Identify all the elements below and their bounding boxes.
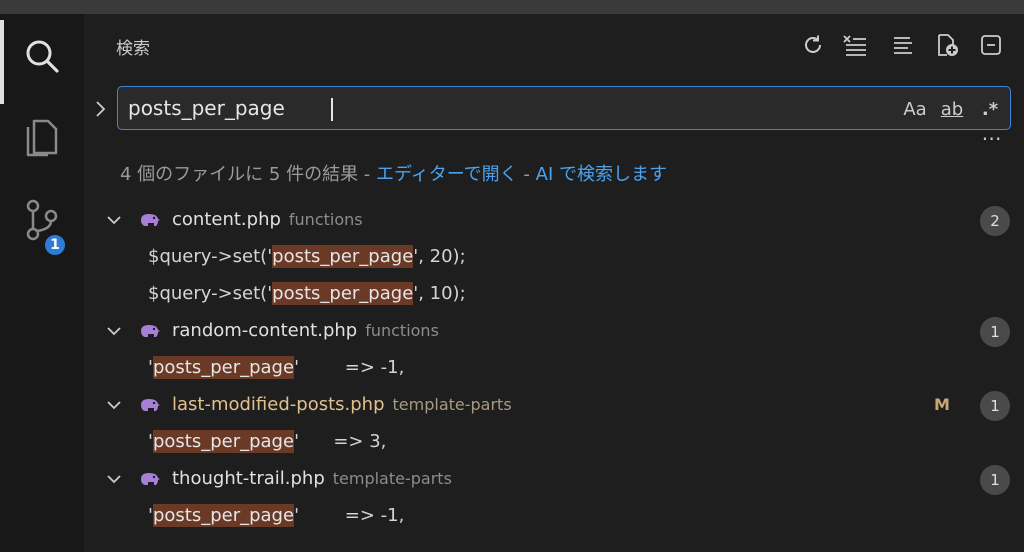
collapse-all-button[interactable] (978, 32, 1004, 58)
search-box: Aa ab .* (117, 86, 1011, 130)
title-bar-strip (0, 0, 1024, 14)
clear-results-button[interactable] (842, 32, 868, 58)
chevron-right-icon (96, 101, 106, 117)
match-before: $query->set(' (148, 283, 273, 304)
explorer-icon (26, 119, 58, 157)
match-before: $query->set(' (148, 246, 273, 267)
match-row[interactable]: $query->set('posts_per_page', 20); (84, 239, 1024, 276)
match-line: 'posts_per_page' => 3, (148, 430, 387, 453)
match-count-badge: 1 (980, 317, 1010, 347)
match-count-badge: 2 (980, 206, 1010, 236)
search-icon (26, 40, 59, 73)
summary-separator: - (517, 164, 536, 185)
match-row[interactable]: 'posts_per_page' => -1, (84, 350, 1024, 387)
file-name: last-modified-posts.php template-parts (172, 394, 512, 415)
file-directory: template-parts (332, 469, 452, 488)
match-whole-word-button[interactable]: ab (936, 96, 968, 122)
file-name-text: last-modified-posts.php (172, 394, 385, 415)
new-search-editor-icon (938, 34, 958, 56)
summary-text: 4 個のファイルに 5 件の結果 - (120, 164, 377, 185)
match-line: 'posts_per_page' => -1, (148, 504, 405, 527)
search-panel: 検索 posts_per_page Aa ab .* ⋯ 4 個のファイルに 5… (84, 14, 1024, 552)
activity-explorer[interactable] (0, 102, 84, 174)
refresh-button[interactable] (800, 32, 826, 58)
php-elephant-icon (141, 399, 160, 411)
match-row[interactable]: $query->set('posts_per_page', 10); (84, 276, 1024, 313)
file-row[interactable]: thought-trail.php template-parts 1 (84, 461, 1024, 498)
file-name-text: random-content.php (172, 320, 358, 341)
file-directory: template-parts (392, 395, 512, 414)
match-after: ' => -1, (294, 357, 405, 378)
file-row[interactable]: random-content.php functions 1 (84, 313, 1024, 350)
file-row[interactable]: content.php functions 2 (84, 202, 1024, 239)
text-caret (331, 98, 333, 121)
php-elephant-icon (141, 325, 160, 337)
match-highlight: posts_per_page (152, 430, 295, 453)
view-as-tree-icon (894, 37, 912, 54)
results-tree: content.php functions 2 $query->set('posts_… (84, 202, 1024, 535)
file-row[interactable]: last-modified-posts.php template-parts M 1 (84, 387, 1024, 424)
toggle-replace-button[interactable] (92, 98, 110, 120)
activity-bar: 1 (0, 14, 84, 552)
php-elephant-icon (141, 473, 160, 485)
match-count-badge: 1 (980, 465, 1010, 495)
php-elephant-icon (141, 214, 160, 226)
refresh-icon (805, 35, 821, 53)
panel-title: 検索 (116, 39, 150, 59)
use-regex-button[interactable]: .* (976, 96, 1004, 122)
git-modified-badge: M (934, 395, 950, 414)
match-highlight: posts_per_page (152, 356, 295, 379)
new-search-editor-button[interactable] (934, 32, 960, 58)
match-after: ' => 3, (294, 431, 387, 452)
match-row[interactable]: 'posts_per_page' => 3, (84, 424, 1024, 461)
scm-badge: 1 (42, 232, 68, 258)
chevron-down-icon (107, 327, 121, 336)
match-case-button[interactable]: Aa (900, 96, 930, 122)
chevron-down-icon (107, 475, 121, 484)
clear-results-icon (843, 35, 866, 56)
match-line: $query->set('posts_per_page', 20); (148, 245, 466, 268)
collapse-all-icon (981, 35, 1001, 55)
activity-source-control[interactable]: 1 (0, 184, 84, 258)
match-row[interactable]: 'posts_per_page' => -1, (84, 498, 1024, 535)
match-highlight: posts_per_page (272, 282, 414, 305)
file-name: thought-trail.php template-parts (172, 468, 452, 489)
match-after: ', 20); (413, 246, 466, 267)
activity-search[interactable] (0, 20, 84, 104)
results-summary: 4 個のファイルに 5 件の結果 - エディターで開く - AI で検索します (120, 160, 667, 186)
file-name: random-content.php functions (172, 320, 439, 341)
more-options-button[interactable]: ⋯ (980, 128, 1004, 156)
match-line: $query->set('posts_per_page', 10); (148, 282, 466, 305)
match-line: 'posts_per_page' => -1, (148, 356, 405, 379)
search-input[interactable] (128, 93, 868, 123)
match-after: ' => -1, (294, 505, 405, 526)
match-highlight: posts_per_page (272, 245, 414, 268)
match-after: ', 10); (413, 283, 466, 304)
match-highlight: posts_per_page (152, 504, 295, 527)
file-name-text: thought-trail.php (172, 468, 325, 489)
ai-search-link[interactable]: AI で検索します (536, 164, 667, 185)
open-in-editor-link[interactable]: エディターで開く (376, 164, 518, 185)
file-directory: functions (365, 321, 439, 340)
chevron-down-icon (107, 401, 121, 410)
view-as-tree-button[interactable] (890, 32, 916, 58)
file-name: content.php functions (172, 209, 363, 230)
file-directory: functions (288, 210, 363, 229)
match-count-badge: 1 (980, 391, 1010, 421)
chevron-down-icon (107, 216, 121, 225)
file-name-text: content.php (172, 209, 281, 230)
